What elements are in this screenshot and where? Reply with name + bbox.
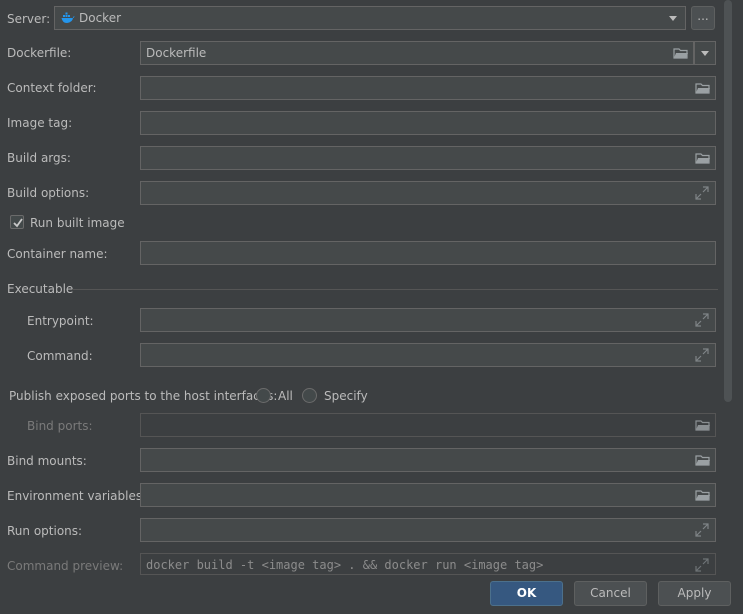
expand-icon[interactable] bbox=[695, 313, 711, 327]
chevron-down-icon bbox=[669, 16, 677, 21]
command-preview-label: Command preview: bbox=[7, 559, 124, 573]
run-options-field[interactable] bbox=[140, 518, 716, 542]
entrypoint-label: Entrypoint: bbox=[27, 314, 94, 328]
env-vars-field[interactable] bbox=[140, 483, 716, 507]
build-args-field[interactable] bbox=[140, 146, 716, 170]
run-built-image-checkbox[interactable] bbox=[10, 215, 24, 229]
server-select[interactable]: Docker bbox=[54, 6, 686, 30]
bind-mounts-field[interactable] bbox=[140, 448, 716, 472]
server-more-button[interactable]: ... bbox=[691, 6, 715, 30]
folder-icon[interactable] bbox=[695, 488, 711, 502]
command-preview-field[interactable]: docker build -t <image tag> . && docker … bbox=[140, 553, 716, 575]
command-label: Command: bbox=[27, 349, 93, 363]
command-preview-value: docker build -t <image tag> . && docker … bbox=[146, 558, 544, 572]
folder-icon[interactable] bbox=[695, 453, 711, 467]
bind-ports-field[interactable] bbox=[140, 413, 716, 437]
bind-mounts-label: Bind mounts: bbox=[7, 454, 87, 468]
dockerfile-dropdown-button[interactable] bbox=[694, 41, 716, 65]
run-built-image-label[interactable]: Run built image bbox=[30, 216, 125, 230]
expand-icon[interactable] bbox=[695, 523, 711, 537]
image-tag-field[interactable] bbox=[140, 111, 716, 135]
folder-icon[interactable] bbox=[695, 81, 711, 95]
publish-ports-label: Publish exposed ports to the host interf… bbox=[9, 389, 278, 403]
radio-all[interactable] bbox=[256, 388, 271, 403]
build-options-label: Build options: bbox=[7, 186, 90, 200]
vertical-scrollbar[interactable] bbox=[724, 0, 732, 402]
container-name-field[interactable] bbox=[140, 241, 716, 265]
entrypoint-field[interactable] bbox=[140, 308, 716, 332]
dockerfile-field[interactable]: Dockerfile bbox=[140, 41, 694, 65]
server-value: Docker bbox=[79, 11, 122, 25]
cancel-button[interactable]: Cancel bbox=[574, 581, 647, 606]
build-options-field[interactable] bbox=[140, 181, 716, 205]
command-field[interactable] bbox=[140, 343, 716, 367]
section-divider bbox=[72, 289, 718, 290]
context-folder-field[interactable] bbox=[140, 76, 716, 100]
ok-button[interactable]: OK bbox=[490, 581, 563, 606]
run-options-label: Run options: bbox=[7, 524, 83, 538]
expand-icon[interactable] bbox=[695, 558, 711, 572]
server-label: Server: bbox=[7, 12, 51, 26]
dockerfile-label: Dockerfile: bbox=[7, 46, 72, 60]
folder-icon[interactable] bbox=[695, 151, 711, 165]
env-vars-label: Environment variables: bbox=[7, 489, 147, 503]
radio-all-label[interactable]: All bbox=[278, 389, 293, 403]
executable-section-title: Executable bbox=[7, 282, 74, 296]
image-tag-label: Image tag: bbox=[7, 116, 73, 130]
apply-button[interactable]: Apply bbox=[658, 581, 731, 606]
radio-specify-label[interactable]: Specify bbox=[324, 389, 368, 403]
expand-icon[interactable] bbox=[695, 186, 711, 200]
radio-specify[interactable] bbox=[302, 388, 317, 403]
container-name-label: Container name: bbox=[7, 247, 108, 261]
expand-icon[interactable] bbox=[695, 348, 711, 362]
build-args-label: Build args: bbox=[7, 151, 71, 165]
folder-icon[interactable] bbox=[673, 46, 689, 60]
folder-icon[interactable] bbox=[695, 418, 711, 432]
chevron-down-icon bbox=[701, 51, 709, 56]
checkmark-icon bbox=[13, 218, 23, 228]
bind-ports-label: Bind ports: bbox=[27, 419, 93, 433]
docker-icon bbox=[61, 12, 75, 24]
dockerfile-value: Dockerfile bbox=[146, 46, 207, 60]
context-folder-label: Context folder: bbox=[7, 81, 97, 95]
